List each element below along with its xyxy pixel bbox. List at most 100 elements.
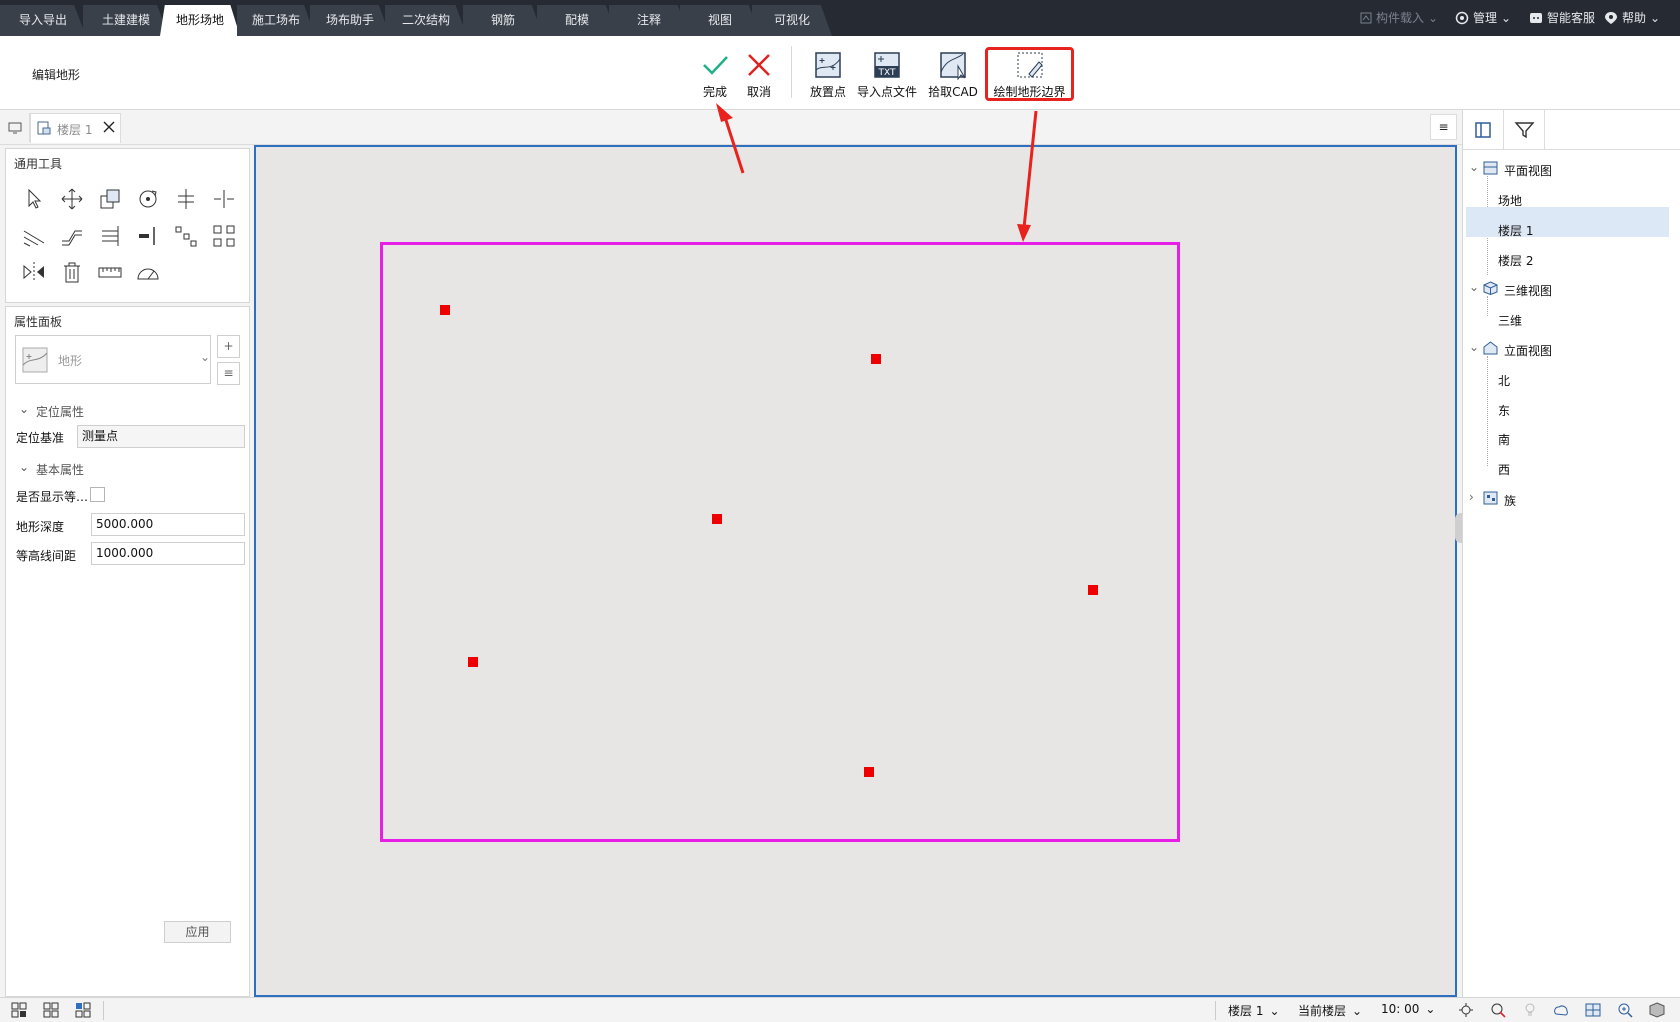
document-tab[interactable]: 楼层 1 xyxy=(30,113,121,143)
chevron-right-icon[interactable]: › xyxy=(1469,490,1474,504)
break-tool-icon[interactable] xyxy=(173,223,199,249)
tree-family[interactable]: 族 xyxy=(1504,492,1516,509)
tab-civil-modeling[interactable]: 土建建模 xyxy=(83,5,169,36)
align-tool-icon[interactable] xyxy=(173,186,199,212)
view-cube-icon[interactable] xyxy=(1649,1002,1665,1018)
apply-button[interactable]: 应用 xyxy=(164,921,231,943)
ribbon: 编辑地形 完成 取消 放置点 TXT 导入点文件 拾取CAD 绘制地形边界 xyxy=(0,36,1680,110)
terrain-point[interactable] xyxy=(871,354,881,364)
section-basic-toggle[interactable]: ⌄ xyxy=(19,460,29,474)
floor-selector[interactable]: 楼层 1 ⌄ xyxy=(1228,1002,1280,1019)
terrain-point[interactable] xyxy=(864,767,874,777)
tree-floor-2[interactable]: 楼层 2 xyxy=(1498,252,1533,269)
view-cloud-icon[interactable] xyxy=(1553,1002,1569,1018)
rotate-tool-icon[interactable] xyxy=(135,186,161,212)
add-type-button[interactable]: + xyxy=(217,335,240,358)
chat-icon xyxy=(1529,11,1543,25)
tree-3d-item[interactable]: 三维 xyxy=(1498,312,1522,329)
scale-selector[interactable]: 10: 00 ⌄ xyxy=(1381,1002,1435,1016)
layout-grid-icon[interactable] xyxy=(75,1002,91,1018)
tree-plan-view[interactable]: 平面视图 xyxy=(1504,162,1552,179)
delete-tool-icon[interactable] xyxy=(59,259,85,285)
close-tab-icon[interactable] xyxy=(103,120,115,134)
select-filter-icon[interactable] xyxy=(1490,1002,1506,1018)
edit-type-button[interactable]: ≡ xyxy=(217,362,240,385)
tree-east[interactable]: 东 xyxy=(1498,402,1510,419)
section-position-toggle[interactable]: ⌄ xyxy=(19,402,29,416)
offset-tool-icon[interactable] xyxy=(21,223,47,249)
select-tool-icon[interactable] xyxy=(21,186,47,212)
component-load-button[interactable]: 构件载入 ⌄ xyxy=(1360,0,1438,36)
pick-cad-button[interactable]: 拾取CAD xyxy=(924,50,982,100)
stretch-tool-icon[interactable] xyxy=(59,223,85,249)
scope-selector[interactable]: 当前楼层 ⌄ xyxy=(1298,1002,1362,1019)
layout-grid-icon[interactable] xyxy=(43,1002,59,1018)
tab-import-export[interactable]: 导入导出 xyxy=(0,5,86,36)
chevron-down-icon[interactable]: ⌄ xyxy=(1469,280,1479,294)
terrain-point[interactable] xyxy=(440,305,450,315)
panel-toggle-button[interactable] xyxy=(0,113,30,142)
extend-tool-icon[interactable] xyxy=(97,223,123,249)
menu-icon[interactable]: ≡ xyxy=(1430,114,1457,140)
tab-visualize[interactable]: 可视化 xyxy=(752,5,832,36)
depth-field[interactable]: 5000.000 xyxy=(91,513,245,536)
show-contour-checkbox[interactable] xyxy=(90,487,105,502)
light-icon[interactable] xyxy=(1522,1002,1538,1018)
terrain-point[interactable] xyxy=(712,514,722,524)
tab-annotation[interactable]: 注释 xyxy=(609,5,689,36)
chevron-down-icon: ⌄ xyxy=(1428,11,1439,25)
terrain-point[interactable] xyxy=(468,657,478,667)
chevron-down-icon[interactable]: ⌄ xyxy=(1469,340,1479,354)
tab-terrain-site[interactable]: 地形场地 xyxy=(160,5,240,36)
trim-tool-icon[interactable] xyxy=(135,223,161,249)
ribbon-divider xyxy=(791,46,792,98)
tree-north[interactable]: 北 xyxy=(1498,372,1510,389)
mirror-tool-icon[interactable] xyxy=(21,259,47,285)
smart-service-button[interactable]: 智能客服 xyxy=(1529,0,1595,36)
family-icon xyxy=(1483,491,1498,505)
type-selector[interactable]: 地形 ⌄ xyxy=(15,335,211,384)
measure-tool-icon[interactable] xyxy=(97,259,123,285)
array-tool-icon[interactable] xyxy=(211,223,237,249)
move-tool-icon[interactable] xyxy=(59,186,85,212)
cancel-button[interactable]: 取消 xyxy=(742,50,776,100)
finish-button[interactable]: 完成 xyxy=(698,50,732,100)
tree-3d-view[interactable]: 三维视图 xyxy=(1504,282,1552,299)
document-tab-bar: 楼层 1 ≡ xyxy=(0,110,1680,145)
section-box-icon[interactable] xyxy=(1585,1002,1601,1018)
tree-floor-1[interactable]: 楼层 1 xyxy=(1498,222,1533,239)
gear-icon xyxy=(1455,11,1469,25)
import-points-button[interactable]: TXT 导入点文件 xyxy=(855,50,919,100)
zoom-fit-icon[interactable] xyxy=(1617,1002,1633,1018)
tab-view[interactable]: 视图 xyxy=(680,5,760,36)
manage-button[interactable]: 管理 ⌄ xyxy=(1455,0,1511,36)
tab-construction-layout[interactable]: 施工场布 xyxy=(237,5,315,36)
place-point-icon xyxy=(813,50,843,80)
contour-interval-field[interactable]: 1000.000 xyxy=(91,542,245,565)
section-basic-title: 基本属性 xyxy=(36,463,85,477)
copy-tool-icon[interactable] xyxy=(97,186,123,212)
split-tool-icon[interactable] xyxy=(211,186,237,212)
tree-south[interactable]: 南 xyxy=(1498,431,1510,448)
filter-icon[interactable] xyxy=(1504,110,1545,150)
place-point-button[interactable]: 放置点 xyxy=(806,50,850,100)
tree-west[interactable]: 西 xyxy=(1498,461,1510,478)
tree-elevation-view[interactable]: 立面视图 xyxy=(1504,342,1552,359)
chevron-down-icon: ⌄ xyxy=(1501,11,1512,25)
terrain-boundary[interactable] xyxy=(380,242,1180,842)
terrain-point[interactable] xyxy=(1088,585,1098,595)
tab-secondary-structure[interactable]: 二次结构 xyxy=(385,5,467,36)
help-button[interactable]: 帮助 ⌄ xyxy=(1604,0,1660,36)
layout-grid-icon[interactable] xyxy=(11,1002,27,1018)
position-base-field[interactable]: 测量点 xyxy=(77,425,245,448)
layout-icon[interactable] xyxy=(1463,110,1504,150)
terrain-type-icon xyxy=(22,347,48,373)
drawing-canvas[interactable] xyxy=(254,145,1457,997)
chevron-down-icon[interactable]: ⌄ xyxy=(1469,160,1479,174)
floor-icon xyxy=(37,121,51,135)
tab-rebar[interactable]: 钢筋 xyxy=(463,5,543,36)
snap-icon[interactable] xyxy=(1458,1002,1474,1018)
angle-tool-icon[interactable] xyxy=(135,259,161,285)
tab-layout-assistant[interactable]: 场布助手 xyxy=(310,5,390,36)
tab-formwork[interactable]: 配模 xyxy=(537,5,617,36)
